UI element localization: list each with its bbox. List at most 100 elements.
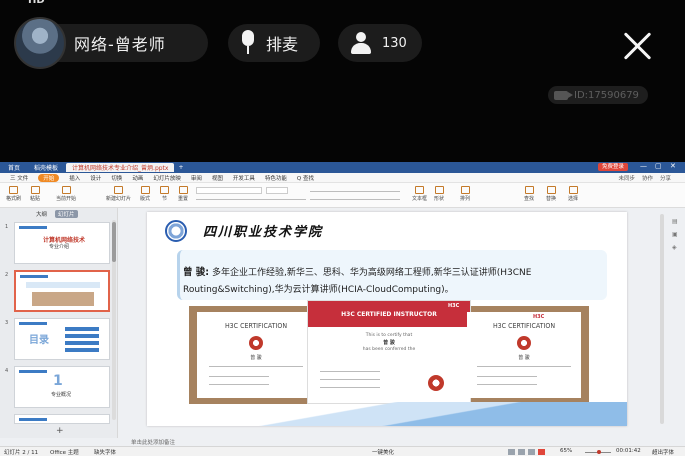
menu-slideshow[interactable]: 幻灯片放映 (153, 174, 181, 182)
tab-home[interactable]: 首页 (2, 163, 26, 172)
slide-thumbnail-panel: 大纲 幻灯片 1 计算机网络技术 专业介绍 2 3 目录 4 1 专业概况 + (0, 208, 118, 438)
play-icon[interactable] (538, 449, 545, 455)
video-camera-icon (554, 90, 573, 100)
tab-slides[interactable]: 幻灯片 (55, 210, 78, 218)
certificate-right: H3C H3C CERTIFICATION 曾 骏 (467, 312, 581, 398)
menu-design[interactable]: 设计 (90, 174, 101, 182)
cert-mid-line2: has been conferred the (362, 347, 416, 352)
seal-icon (428, 375, 444, 391)
viewer-count-button[interactable]: 130 (338, 24, 422, 62)
certificates-frame: H3C CERTIFICATION 曾 骏 H3C CERTIFIED INST… (189, 300, 589, 404)
thumb-subtitle: 专业概况 (51, 392, 72, 398)
thumb-number: 2 (5, 272, 9, 278)
font-size-select[interactable] (266, 187, 288, 194)
tool-icon[interactable]: ▤ (672, 218, 682, 225)
queue-mic-label: 排麦 (266, 35, 299, 54)
menu-review[interactable]: 审阅 (191, 174, 202, 182)
host-avatar[interactable] (14, 17, 66, 69)
collaborate-button[interactable]: 协作 (642, 174, 653, 182)
arrange-button[interactable]: 排列 (460, 186, 470, 202)
notes-placeholder[interactable]: 单击此处添加备注 (119, 438, 679, 446)
thumb-number: 4 (5, 368, 9, 374)
minimize-icon[interactable]: — (640, 162, 647, 170)
slide-thumbnail-selected[interactable] (14, 270, 110, 312)
menu-developer[interactable]: 开发工具 (233, 174, 255, 182)
slide-thumbnail[interactable]: 1 专业概况 (14, 366, 110, 408)
current-slide[interactable]: 四川职业技术学院 曾 骏: 多年企业工作经验,新华三、思科、华为高级网络工程师,… (147, 212, 627, 426)
window-close-icon[interactable]: ✕ (670, 162, 676, 170)
textbox-button[interactable]: 文本框 (412, 186, 427, 202)
font-select[interactable] (196, 187, 262, 194)
play-from-current-button[interactable]: 当前开始 (56, 186, 76, 202)
reset-button[interactable]: 重置 (178, 186, 188, 202)
section-button[interactable]: 节 (160, 186, 169, 202)
phone-status-bar: HD (0, 0, 685, 8)
tool-icon[interactable]: ▣ (672, 231, 682, 238)
school-logo (165, 220, 187, 242)
slide-thumbnail[interactable] (14, 414, 110, 424)
thumbnail-scroll-thumb[interactable] (112, 222, 116, 262)
slide-thumbnail[interactable]: 计算机网络技术 专业介绍 (14, 222, 110, 264)
menu-start[interactable]: 开始 (38, 173, 60, 182)
seal-icon (249, 336, 263, 350)
unsynced-status[interactable]: 未同步 (618, 174, 635, 182)
cert-right-name: 曾 骏 (518, 355, 530, 361)
share-button[interactable]: 分享 (660, 174, 671, 182)
room-id-badge: ID:17590679 (548, 86, 648, 104)
instructor-name: 曾 骏: (183, 267, 210, 278)
format-painter-button[interactable]: 格式刷 (6, 186, 21, 202)
theme-name: Office 主题 (50, 450, 79, 456)
h3c-logo: H3C (448, 303, 460, 309)
tool-icon[interactable]: ◈ (672, 244, 682, 251)
school-name: 四川职业技术学院 (203, 225, 324, 240)
font-format-row (196, 199, 306, 200)
user-icon (348, 32, 374, 54)
replace-button[interactable]: 替换 (546, 186, 556, 202)
shape-button[interactable]: 形状 (434, 186, 444, 202)
slide-thumbnail[interactable]: 目录 (14, 318, 110, 360)
layout-button[interactable]: 版式 (140, 186, 150, 202)
tab-outline[interactable]: 大纲 (36, 210, 47, 218)
paste-button[interactable]: 粘贴 (30, 186, 40, 202)
select-button[interactable]: 选择 (568, 186, 578, 202)
new-slide-button[interactable]: 新建幻灯片 (106, 186, 131, 202)
cert-mid-title: H3C CERTIFIED INSTRUCTOR (341, 311, 437, 318)
menu-transition[interactable]: 切换 (111, 174, 122, 182)
h3c-logo: H3C (533, 314, 545, 320)
cert-mid-name: 曾 骏 (383, 340, 395, 346)
menu-insert[interactable]: 插入 (69, 174, 80, 182)
normal-view-icon[interactable] (508, 449, 515, 455)
add-slide-icon[interactable]: + (56, 426, 64, 436)
paragraph-row (310, 191, 400, 192)
reading-view-icon[interactable] (528, 449, 535, 455)
thumb-number: 3 (5, 320, 9, 326)
thumb-title: 1 (53, 373, 63, 389)
alignment-row (310, 199, 400, 200)
new-tab-icon[interactable]: + (178, 164, 183, 171)
recording-timer: 00:01:42 (616, 448, 641, 454)
beautify-button[interactable]: 一键美化 (372, 448, 394, 456)
menu-view[interactable]: 视图 (212, 174, 223, 182)
certificate-left: H3C CERTIFICATION 曾 骏 (197, 312, 315, 398)
cert-right-title: H3C CERTIFICATION (492, 322, 556, 330)
tab-document[interactable]: 计算机网络技术专业介绍_曾炳.pptx (66, 163, 175, 172)
slide-scrollbar[interactable] (660, 214, 664, 424)
login-button[interactable]: 免费登录 (598, 163, 629, 171)
missing-font-status[interactable]: 缺失字体 (94, 448, 116, 456)
menu-animation[interactable]: 动画 (132, 174, 143, 182)
host-info[interactable]: 网络-曾老师 (14, 17, 208, 69)
instructor-description: 多年企业工作经验,新华三、思科、华为高级网络工程师,新华三认证讲师(H3CNE … (183, 268, 532, 295)
sorter-view-icon[interactable] (518, 449, 525, 455)
tab-templates[interactable]: 稻壳模板 (28, 163, 64, 172)
cert-left-title: H3C CERTIFICATION (224, 322, 288, 330)
zoom-handle[interactable] (597, 450, 601, 454)
close-icon[interactable] (620, 28, 656, 64)
room-id: ID:17590679 (574, 89, 639, 101)
instructor-intro: 曾 骏: 多年企业工作经验,新华三、思科、华为高级网络工程师,新华三认证讲师(H… (183, 264, 593, 299)
menu-search[interactable]: Q 查找 (297, 174, 314, 182)
maximize-icon[interactable]: ▢ (655, 162, 662, 170)
find-button[interactable]: 查找 (524, 186, 534, 202)
menu-special[interactable]: 特色功能 (265, 174, 287, 182)
menu-file[interactable]: 三 文件 (10, 174, 28, 182)
queue-mic-button[interactable]: 排麦 (228, 24, 320, 62)
